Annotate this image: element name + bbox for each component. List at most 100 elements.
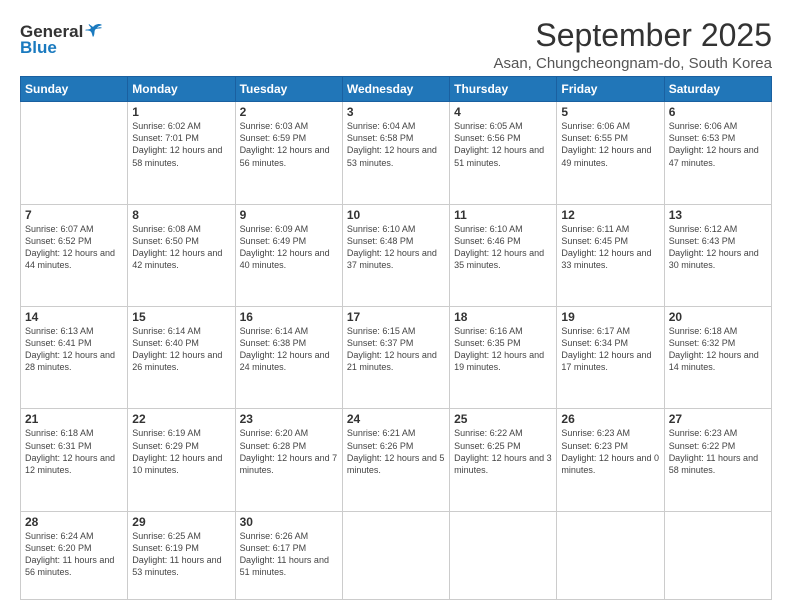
table-row: 21Sunrise: 6:18 AMSunset: 6:31 PMDayligh… [21, 409, 128, 511]
day-info: Sunrise: 6:23 AMSunset: 6:23 PMDaylight:… [561, 427, 659, 476]
day-number: 3 [347, 105, 445, 119]
daylight-text: Daylight: 12 hours and 12 minutes. [25, 452, 123, 476]
sunrise-text: Sunrise: 6:25 AM [132, 530, 230, 542]
calendar-header-row: Sunday Monday Tuesday Wednesday Thursday… [21, 77, 772, 102]
sunset-text: Sunset: 6:53 PM [669, 132, 767, 144]
table-row: 3Sunrise: 6:04 AMSunset: 6:58 PMDaylight… [342, 102, 449, 204]
day-number: 10 [347, 208, 445, 222]
calendar-table: Sunday Monday Tuesday Wednesday Thursday… [20, 76, 772, 600]
sunset-text: Sunset: 6:34 PM [561, 337, 659, 349]
sunrise-text: Sunrise: 6:11 AM [561, 223, 659, 235]
sunrise-text: Sunrise: 6:06 AM [669, 120, 767, 132]
day-number: 14 [25, 310, 123, 324]
header-wednesday: Wednesday [342, 77, 449, 102]
daylight-text: Daylight: 11 hours and 56 minutes. [25, 554, 123, 578]
sunset-text: Sunset: 6:38 PM [240, 337, 338, 349]
table-row: 11Sunrise: 6:10 AMSunset: 6:46 PMDayligh… [450, 204, 557, 306]
day-info: Sunrise: 6:24 AMSunset: 6:20 PMDaylight:… [25, 530, 123, 579]
table-row: 29Sunrise: 6:25 AMSunset: 6:19 PMDayligh… [128, 511, 235, 599]
sunrise-text: Sunrise: 6:10 AM [347, 223, 445, 235]
sunset-text: Sunset: 6:48 PM [347, 235, 445, 247]
sunrise-text: Sunrise: 6:07 AM [25, 223, 123, 235]
table-row: 6Sunrise: 6:06 AMSunset: 6:53 PMDaylight… [664, 102, 771, 204]
sunset-text: Sunset: 6:56 PM [454, 132, 552, 144]
sunrise-text: Sunrise: 6:09 AM [240, 223, 338, 235]
daylight-text: Daylight: 12 hours and 19 minutes. [454, 349, 552, 373]
day-info: Sunrise: 6:07 AMSunset: 6:52 PMDaylight:… [25, 223, 123, 272]
header-tuesday: Tuesday [235, 77, 342, 102]
page-title: September 2025 [493, 18, 772, 53]
table-row: 23Sunrise: 6:20 AMSunset: 6:28 PMDayligh… [235, 409, 342, 511]
table-row: 10Sunrise: 6:10 AMSunset: 6:48 PMDayligh… [342, 204, 449, 306]
day-number: 22 [132, 412, 230, 426]
sunset-text: Sunset: 6:55 PM [561, 132, 659, 144]
day-info: Sunrise: 6:12 AMSunset: 6:43 PMDaylight:… [669, 223, 767, 272]
day-info: Sunrise: 6:25 AMSunset: 6:19 PMDaylight:… [132, 530, 230, 579]
day-number: 12 [561, 208, 659, 222]
daylight-text: Daylight: 12 hours and 40 minutes. [240, 247, 338, 271]
sunrise-text: Sunrise: 6:04 AM [347, 120, 445, 132]
sunrise-text: Sunrise: 6:23 AM [561, 427, 659, 439]
day-number: 26 [561, 412, 659, 426]
sunrise-text: Sunrise: 6:19 AM [132, 427, 230, 439]
day-info: Sunrise: 6:18 AMSunset: 6:32 PMDaylight:… [669, 325, 767, 374]
logo-bird-icon [85, 23, 103, 39]
table-row: 24Sunrise: 6:21 AMSunset: 6:26 PMDayligh… [342, 409, 449, 511]
sunset-text: Sunset: 6:46 PM [454, 235, 552, 247]
daylight-text: Daylight: 12 hours and 30 minutes. [669, 247, 767, 271]
table-row: 19Sunrise: 6:17 AMSunset: 6:34 PMDayligh… [557, 307, 664, 409]
day-info: Sunrise: 6:04 AMSunset: 6:58 PMDaylight:… [347, 120, 445, 169]
sunrise-text: Sunrise: 6:16 AM [454, 325, 552, 337]
sunset-text: Sunset: 6:37 PM [347, 337, 445, 349]
sunset-text: Sunset: 6:59 PM [240, 132, 338, 144]
logo-blue: Blue [20, 38, 57, 58]
header: General Blue September 2025 Asan, Chungc… [20, 18, 772, 72]
sunset-text: Sunset: 6:20 PM [25, 542, 123, 554]
day-info: Sunrise: 6:18 AMSunset: 6:31 PMDaylight:… [25, 427, 123, 476]
day-info: Sunrise: 6:02 AMSunset: 7:01 PMDaylight:… [132, 120, 230, 169]
table-row: 14Sunrise: 6:13 AMSunset: 6:41 PMDayligh… [21, 307, 128, 409]
day-number: 24 [347, 412, 445, 426]
table-row: 25Sunrise: 6:22 AMSunset: 6:25 PMDayligh… [450, 409, 557, 511]
day-number: 18 [454, 310, 552, 324]
daylight-text: Daylight: 11 hours and 51 minutes. [240, 554, 338, 578]
day-info: Sunrise: 6:20 AMSunset: 6:28 PMDaylight:… [240, 427, 338, 476]
day-number: 7 [25, 208, 123, 222]
sunrise-text: Sunrise: 6:22 AM [454, 427, 552, 439]
daylight-text: Daylight: 12 hours and 17 minutes. [561, 349, 659, 373]
daylight-text: Daylight: 12 hours and 24 minutes. [240, 349, 338, 373]
daylight-text: Daylight: 12 hours and 3 minutes. [454, 452, 552, 476]
table-row: 5Sunrise: 6:06 AMSunset: 6:55 PMDaylight… [557, 102, 664, 204]
sunset-text: Sunset: 6:50 PM [132, 235, 230, 247]
day-number: 30 [240, 515, 338, 529]
table-row: 26Sunrise: 6:23 AMSunset: 6:23 PMDayligh… [557, 409, 664, 511]
daylight-text: Daylight: 12 hours and 21 minutes. [347, 349, 445, 373]
sunset-text: Sunset: 6:17 PM [240, 542, 338, 554]
day-info: Sunrise: 6:23 AMSunset: 6:22 PMDaylight:… [669, 427, 767, 476]
day-number: 8 [132, 208, 230, 222]
daylight-text: Daylight: 12 hours and 49 minutes. [561, 144, 659, 168]
sunrise-text: Sunrise: 6:05 AM [454, 120, 552, 132]
day-number: 25 [454, 412, 552, 426]
daylight-text: Daylight: 12 hours and 35 minutes. [454, 247, 552, 271]
daylight-text: Daylight: 12 hours and 37 minutes. [347, 247, 445, 271]
daylight-text: Daylight: 12 hours and 33 minutes. [561, 247, 659, 271]
table-row: 27Sunrise: 6:23 AMSunset: 6:22 PMDayligh… [664, 409, 771, 511]
title-block: September 2025 Asan, Chungcheongnam-do, … [493, 18, 772, 72]
daylight-text: Daylight: 12 hours and 10 minutes. [132, 452, 230, 476]
sunset-text: Sunset: 6:35 PM [454, 337, 552, 349]
sunrise-text: Sunrise: 6:03 AM [240, 120, 338, 132]
header-sunday: Sunday [21, 77, 128, 102]
sunrise-text: Sunrise: 6:18 AM [25, 427, 123, 439]
sunrise-text: Sunrise: 6:13 AM [25, 325, 123, 337]
day-info: Sunrise: 6:26 AMSunset: 6:17 PMDaylight:… [240, 530, 338, 579]
table-row: 9Sunrise: 6:09 AMSunset: 6:49 PMDaylight… [235, 204, 342, 306]
sunrise-text: Sunrise: 6:20 AM [240, 427, 338, 439]
day-info: Sunrise: 6:13 AMSunset: 6:41 PMDaylight:… [25, 325, 123, 374]
day-info: Sunrise: 6:09 AMSunset: 6:49 PMDaylight:… [240, 223, 338, 272]
sunset-text: Sunset: 6:32 PM [669, 337, 767, 349]
day-number: 9 [240, 208, 338, 222]
sunset-text: Sunset: 6:43 PM [669, 235, 767, 247]
sunrise-text: Sunrise: 6:17 AM [561, 325, 659, 337]
sunset-text: Sunset: 6:45 PM [561, 235, 659, 247]
